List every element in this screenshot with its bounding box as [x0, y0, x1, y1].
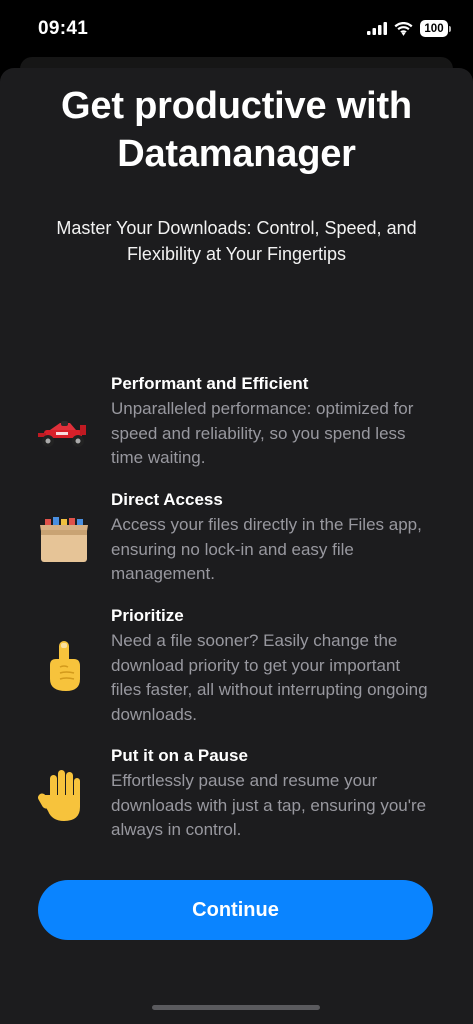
continue-button[interactable]: Continue [38, 880, 433, 940]
feature-text: Put it on a Pause Effortlessly pause and… [111, 745, 433, 843]
feature-text: Direct Access Access your files directly… [111, 489, 433, 587]
status-time: 09:41 [38, 18, 89, 39]
raised-hand-icon [36, 767, 92, 823]
pointing-finger-icon [36, 638, 92, 694]
race-car-icon [36, 403, 92, 459]
status-icons: 100 [367, 20, 451, 37]
battery-icon: 100 [420, 20, 451, 37]
page-subtitle: Master Your Downloads: Control, Speed, a… [56, 218, 417, 264]
feature-description: Effortlessly pause and resume your downl… [111, 771, 427, 839]
feature-description: Access your files directly in the Files … [111, 515, 422, 583]
feature-title: Put it on a Pause [111, 746, 248, 765]
onboarding-screen: 09:41 100 Get productive with Datamanage… [0, 0, 473, 1024]
battery-level: 100 [420, 20, 448, 37]
feature-text: Performant and Efficient Unparalleled pe… [111, 373, 433, 471]
wifi-icon [394, 21, 413, 36]
feature-description: Unparalleled performance: optimized for … [111, 399, 414, 467]
feature-title: Direct Access [111, 490, 223, 509]
feature-title: Prioritize [111, 606, 184, 625]
battery-tip [449, 25, 451, 32]
feature-text: Prioritize Need a file sooner? Easily ch… [111, 605, 433, 727]
file-cabinet-icon [36, 511, 92, 567]
home-indicator[interactable] [152, 1005, 320, 1010]
page-title: Get productive with Datamanager [61, 85, 412, 175]
feature-description: Need a file sooner? Easily change the do… [111, 631, 428, 724]
status-bar: 09:41 100 [0, 0, 473, 58]
feature-title: Performant and Efficient [111, 374, 309, 393]
signal-icon [367, 22, 387, 35]
